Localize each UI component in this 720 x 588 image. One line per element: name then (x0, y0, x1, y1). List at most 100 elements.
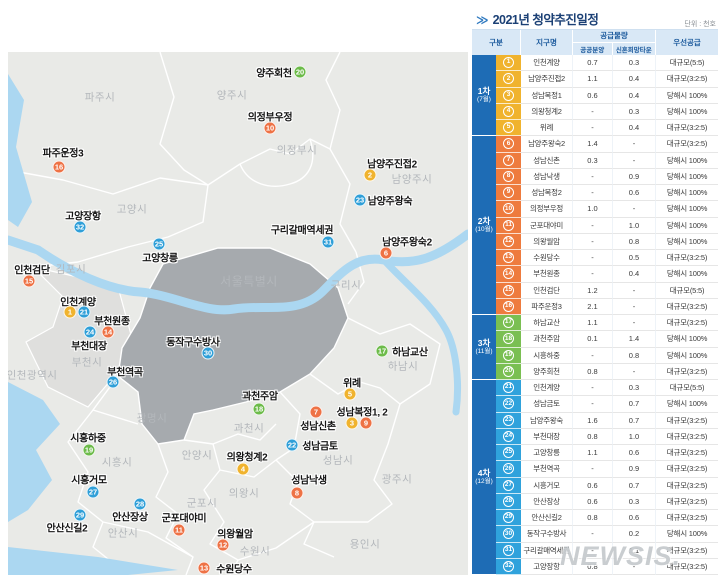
table-row: 5 위례 -0.4 대규모(3:2:5) (496, 120, 718, 137)
region-label: 서울특별시 (220, 274, 278, 289)
row-number-cell: 4 (496, 103, 521, 120)
col-header-priority: 우선공급 (673, 38, 701, 47)
district-name: 시흥거모 (521, 477, 573, 494)
marker-label: 남양주왕숙2 (382, 237, 432, 249)
region-label: 파주시 (84, 91, 116, 104)
newlywed-value: 0.4 (613, 266, 656, 283)
newlywed-value: 0.7 (613, 477, 656, 494)
district-name: 안산신길2 (521, 510, 573, 527)
map-marker-3: 3 (345, 416, 359, 430)
row-number-badge: 2 (503, 73, 514, 85)
group-label: 4차 (477, 468, 491, 478)
row-number-cell: 20 (496, 363, 521, 380)
district-name: 의정부우정 (521, 201, 573, 218)
map-marker-26: 26 (106, 375, 120, 389)
row-number-badge: 26 (503, 463, 514, 475)
col-header-newlywed: 신혼희망타운 (615, 46, 652, 54)
marker-label: 고양창릉 (142, 253, 178, 265)
region-label: 성남시 (322, 454, 354, 467)
map-marker-10: 10 (263, 121, 277, 135)
public-sale-value: 1.1 (573, 445, 613, 462)
map-marker-2: 2 (363, 168, 377, 182)
public-sale-value: - (573, 168, 613, 185)
public-sale-value: - (573, 185, 613, 202)
public-sale-value: 0.1 (573, 331, 613, 348)
newlywed-value: 0.3 (613, 493, 656, 510)
map-marker-24: 24 (83, 325, 97, 339)
region-label: 광명시 (136, 412, 168, 425)
row-number-badge: 14 (503, 268, 514, 280)
public-sale-value: - (573, 266, 613, 283)
marker-label: 군포대야미 (161, 513, 207, 525)
map-marker-11: 11 (172, 523, 186, 537)
row-number-cell: 6 (496, 136, 521, 153)
public-sale-value: 2.1 (573, 298, 613, 315)
priority-value: 대규모(5:5) (656, 283, 718, 299)
row-number-badge: 6 (503, 138, 514, 150)
public-sale-value: 0.6 (573, 87, 613, 104)
table-row: 18 과천주암 0.1 1.4 당해시 100% (496, 331, 718, 348)
table-row: 3 성남복정1 0.6 0.4 당해시 100% (496, 87, 718, 104)
newlywed-value: 0.4 (613, 71, 656, 88)
table-row: 9 성남복정2-0.6 당해시 100% (496, 185, 718, 202)
public-sale-value: - (573, 103, 613, 120)
public-sale-value: 0.7 (573, 55, 613, 72)
row-number-badge: 8 (503, 170, 514, 182)
marker-label: 성남신촌 (300, 421, 336, 433)
priority-value: 대규모(3:2:5) (656, 445, 718, 462)
map-marker-4: 4 (236, 462, 250, 476)
region-label: 부천시 (71, 356, 103, 369)
row-number-cell: 17 (496, 315, 521, 332)
marker-label: 양주회천 (256, 68, 292, 80)
marker-label: 과천주암 (242, 391, 278, 403)
row-number-badge: 16 (503, 300, 514, 312)
group-label: 2차 (477, 216, 491, 227)
row-number-badge: 30 (503, 528, 514, 540)
newlywed-value: 1.0 (613, 428, 656, 445)
marker-label: 하남교산 (392, 347, 428, 359)
row-number-cell: 21 (496, 380, 521, 397)
newlywed-value: 0.9 (613, 168, 656, 185)
newlywed-value: 0.6 (613, 445, 656, 462)
map-marker-1: 1 (63, 305, 77, 319)
region-label: 안양시 (181, 449, 213, 462)
col-header-supply-group: 공급물량 공공분양 신혼희망타운 (573, 30, 656, 55)
row-number-badge: 4 (503, 105, 514, 117)
public-sale-value: - (573, 396, 613, 413)
group-rows: 1 인천계양 0.7 0.3 대규모(5:5) 2 남양주진접2 1.1 0.4 대규모(3:2:… (496, 55, 718, 137)
row-number-badge: 10 (503, 203, 514, 215)
marker-label: 시흥하중 (70, 433, 106, 445)
row-number-cell: 23 (496, 412, 521, 429)
row-number-cell: 24 (496, 428, 521, 445)
marker-label: 수원당수 (216, 564, 252, 576)
district-name: 남양주진접2 (521, 71, 573, 88)
table-title-bar: ≫ 2021년 청약추진일정 단위 : 천호 (472, 8, 718, 29)
district-name: 성남낙생 (521, 168, 573, 185)
table-row: 19 시흥하중 -0.8 당해시 100% (496, 347, 718, 364)
region-label: 인천광역시 (8, 369, 58, 382)
region-label: 안산시 (107, 527, 139, 540)
map-overlay: 파주시 양주시 의정부시 남양주시 고양시 김포시 서울특별시 구리시 하남시 부천시 인천광역시 광… (8, 52, 468, 575)
marker-label: 부천대장 (71, 341, 107, 353)
priority-value: 당해시 100% (656, 153, 718, 169)
priority-value: 대규모(3:2:5) (656, 315, 718, 332)
priority-value: 당해시 100% (656, 185, 718, 202)
priority-value: 대규모(5:5) (656, 380, 718, 397)
newlywed-value: - (613, 298, 656, 315)
map-marker-21: 21 (77, 305, 91, 319)
public-sale-value: 0.8 (573, 363, 613, 380)
region-label: 의정부시 (276, 144, 318, 157)
map-marker-15: 15 (22, 274, 36, 288)
row-number-badge: 24 (503, 430, 514, 442)
table-group: 3차 (11월) 17 하남교산 1.1- 대규모(3:2:5) 18 과천주암 0.1 1.4 당… (472, 315, 718, 380)
district-name: 군포대야미 (521, 217, 573, 234)
metro-map: 파주시 양주시 의정부시 남양주시 고양시 김포시 서울특별시 구리시 하남시 부천시 인천광역시 광… (8, 52, 468, 575)
public-sale-value: - (573, 250, 613, 267)
row-number-cell: 19 (496, 347, 521, 364)
row-number-badge: 18 (503, 333, 514, 345)
public-sale-value: 1.1 (573, 71, 613, 88)
marker-label: 구리갈매역세권 (270, 225, 334, 237)
marker-label: 남양주진접2 (367, 159, 417, 171)
newlywed-value: 1.4 (613, 331, 656, 348)
region-label: 하남시 (387, 360, 419, 373)
